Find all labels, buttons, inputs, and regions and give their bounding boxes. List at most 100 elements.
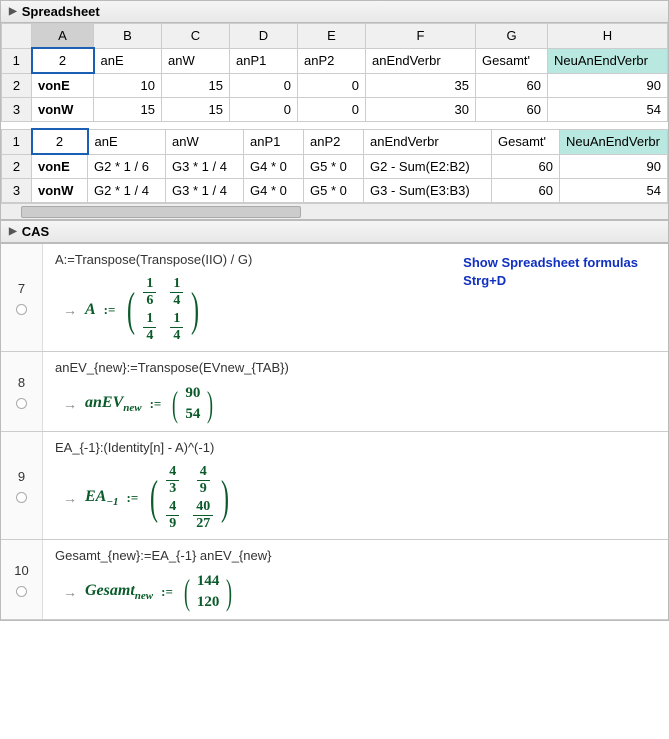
col-G[interactable]: G: [476, 24, 548, 49]
cas-row[interactable]: 8 anEV_{new}:=Transpose(EVnew_{TAB}) → a…: [1, 352, 668, 432]
formulas-table[interactable]: 1 2 anE anW anP1 anP2 anEndVerbr Gesamt'…: [1, 128, 668, 203]
cell[interactable]: 15: [162, 73, 230, 98]
cell[interactable]: G4 * 0: [244, 179, 304, 203]
values-table[interactable]: A B C D E F G H 1 2 anE anW anP1 anP2 an…: [1, 23, 668, 122]
cell[interactable]: 30: [366, 98, 476, 122]
panel-title: CAS: [22, 224, 49, 239]
col-C[interactable]: C: [162, 24, 230, 49]
cell[interactable]: anP1: [244, 129, 304, 154]
cell[interactable]: G2 * 1 / 4: [88, 179, 166, 203]
output-arrow-icon: →: [63, 302, 77, 318]
cell[interactable]: NeuAnEndVerbr: [548, 48, 668, 73]
cell[interactable]: 15: [94, 98, 162, 122]
cell[interactable]: G5 * 0: [304, 154, 364, 179]
cell[interactable]: anE: [94, 48, 162, 73]
cell-A1-selected[interactable]: 2: [32, 129, 88, 154]
cell[interactable]: vonE: [32, 154, 88, 179]
cell[interactable]: G3 * 1 / 4: [166, 154, 244, 179]
table-row[interactable]: 2 vonE G2 * 1 / 6 G3 * 1 / 4 G4 * 0 G5 *…: [2, 154, 668, 179]
cell[interactable]: anP2: [298, 48, 366, 73]
cell[interactable]: 54: [548, 98, 668, 122]
cell[interactable]: vonW: [32, 98, 94, 122]
cell[interactable]: vonW: [32, 179, 88, 203]
table-row[interactable]: 3 vonW G2 * 1 / 4 G3 * 1 / 4 G4 * 0 G5 *…: [2, 179, 668, 203]
corner-cell[interactable]: [2, 24, 32, 49]
cas-row[interactable]: 9 EA_{-1}:(Identity[n] - A)^(-1) → EA−1 …: [1, 432, 668, 540]
col-F[interactable]: F: [366, 24, 476, 49]
cell[interactable]: G5 * 0: [304, 179, 364, 203]
cell[interactable]: 0: [298, 98, 366, 122]
row-1[interactable]: 1: [2, 48, 32, 73]
cell[interactable]: G4 * 0: [244, 154, 304, 179]
horizontal-scrollbar[interactable]: [1, 203, 668, 219]
cas-row[interactable]: 7 Show Spreadsheet formulasStrg+D A:=Tra…: [1, 244, 668, 352]
cell[interactable]: anEndVerbr: [366, 48, 476, 73]
cas-output: → EA−1 := (4349494027): [63, 465, 656, 531]
table-row[interactable]: 1 2 anE anW anP1 anP2 anEndVerbr Gesamt'…: [2, 48, 668, 73]
panel-title: Spreadsheet: [22, 4, 100, 19]
cell[interactable]: anE: [88, 129, 166, 154]
cell[interactable]: anP1: [230, 48, 298, 73]
hint-text: Show Spreadsheet formulasStrg+D: [463, 254, 638, 290]
row-3[interactable]: 3: [2, 179, 32, 203]
table-row[interactable]: 2 vonE 10 15 0 0 35 60 90: [2, 73, 668, 98]
cell[interactable]: anW: [166, 129, 244, 154]
marble-icon[interactable]: [16, 304, 27, 315]
cell[interactable]: Gesamt': [492, 129, 560, 154]
marble-icon[interactable]: [16, 492, 27, 503]
col-A[interactable]: A: [32, 24, 94, 49]
cell[interactable]: 60: [476, 73, 548, 98]
cas-row-number: 8: [1, 352, 43, 431]
cell-A1-selected[interactable]: 2: [32, 48, 94, 73]
cell[interactable]: 15: [162, 98, 230, 122]
cas-row-number: 7: [1, 244, 43, 351]
row-2[interactable]: 2: [2, 154, 32, 179]
cas-row-number: 10: [1, 540, 43, 619]
cell[interactable]: 54: [560, 179, 668, 203]
table-row[interactable]: 3 vonW 15 15 0 0 30 60 54: [2, 98, 668, 122]
cell[interactable]: 0: [230, 98, 298, 122]
cell[interactable]: 60: [492, 154, 560, 179]
cell[interactable]: 90: [548, 73, 668, 98]
cell[interactable]: 35: [366, 73, 476, 98]
cell[interactable]: 90: [560, 154, 668, 179]
cell[interactable]: NeuAnEndVerbr: [560, 129, 668, 154]
output-arrow-icon: →: [63, 584, 77, 600]
cas-panel-header[interactable]: ▶ CAS: [0, 220, 669, 243]
scrollbar-thumb[interactable]: [21, 206, 301, 218]
table-row[interactable]: 1 2 anE anW anP1 anP2 anEndVerbr Gesamt'…: [2, 129, 668, 154]
cas-output: → Gesamtnew := (144120): [63, 573, 656, 611]
cas-area: 7 Show Spreadsheet formulasStrg+D A:=Tra…: [0, 243, 669, 621]
cas-input[interactable]: EA_{-1}:(Identity[n] - A)^(-1): [55, 440, 656, 455]
cell[interactable]: 60: [492, 179, 560, 203]
row-1[interactable]: 1: [2, 129, 32, 154]
col-B[interactable]: B: [94, 24, 162, 49]
cell[interactable]: anW: [162, 48, 230, 73]
cell[interactable]: 0: [230, 73, 298, 98]
col-E[interactable]: E: [298, 24, 366, 49]
spreadsheet-panel-header[interactable]: ▶ Spreadsheet: [0, 0, 669, 23]
cell[interactable]: 0: [298, 73, 366, 98]
row-3[interactable]: 3: [2, 98, 32, 122]
collapse-icon: ▶: [9, 6, 17, 17]
cell[interactable]: vonE: [32, 73, 94, 98]
marble-icon[interactable]: [16, 586, 27, 597]
col-D[interactable]: D: [230, 24, 298, 49]
cell[interactable]: G3 - Sum(E3:B3): [364, 179, 492, 203]
output-arrow-icon: →: [63, 490, 77, 506]
row-2[interactable]: 2: [2, 73, 32, 98]
cell[interactable]: 10: [94, 73, 162, 98]
cell[interactable]: G2 - Sum(E2:B2): [364, 154, 492, 179]
cell[interactable]: G3 * 1 / 4: [166, 179, 244, 203]
marble-icon[interactable]: [16, 398, 27, 409]
cell[interactable]: G2 * 1 / 6: [88, 154, 166, 179]
cell[interactable]: Gesamt': [476, 48, 548, 73]
cas-row[interactable]: 10 Gesamt_{new}:=EA_{-1} anEV_{new} → Ge…: [1, 540, 668, 620]
cell[interactable]: 60: [476, 98, 548, 122]
col-H[interactable]: H: [548, 24, 668, 49]
cas-output: → anEVnew := (9054): [63, 385, 656, 423]
cas-input[interactable]: Gesamt_{new}:=EA_{-1} anEV_{new}: [55, 548, 656, 563]
cas-input[interactable]: anEV_{new}:=Transpose(EVnew_{TAB}): [55, 360, 656, 375]
cell[interactable]: anP2: [304, 129, 364, 154]
cell[interactable]: anEndVerbr: [364, 129, 492, 154]
